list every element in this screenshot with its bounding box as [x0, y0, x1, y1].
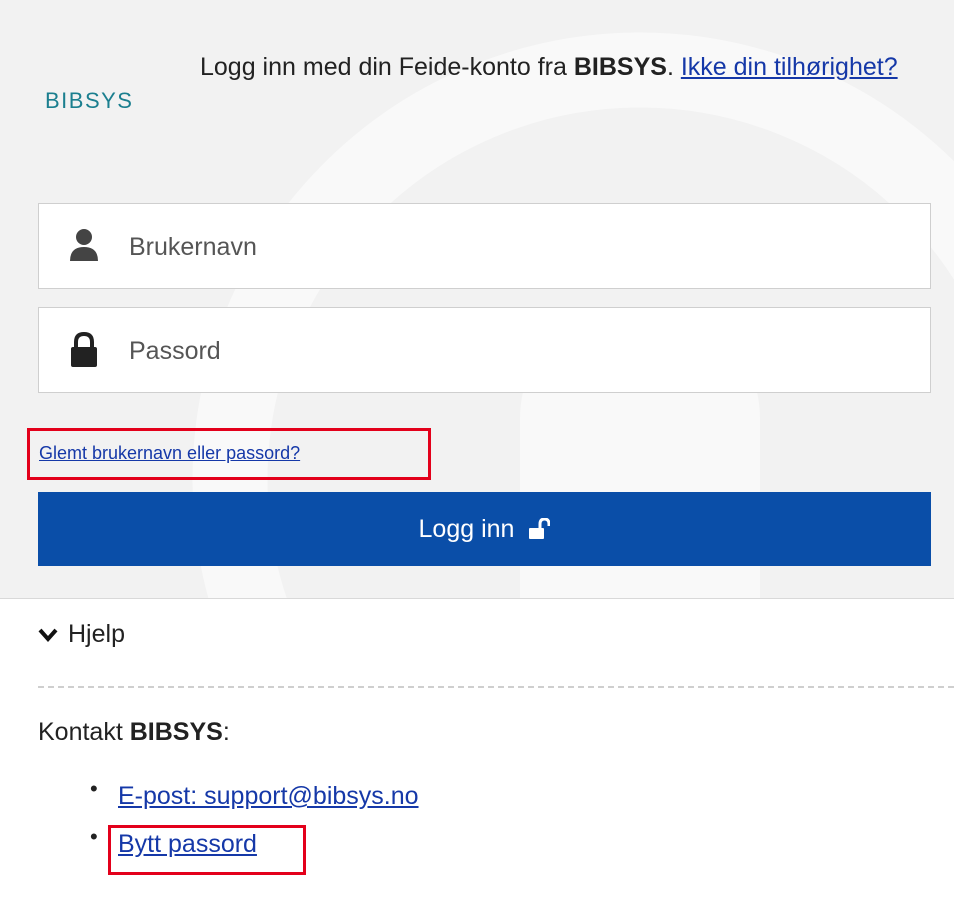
login-panel: BIBSYS Logg inn med din Feide-konto fra … [0, 0, 954, 598]
unlock-icon [529, 518, 551, 539]
intro-suffix: . [666, 53, 681, 81]
username-input[interactable] [127, 224, 911, 270]
contact-prefix: Kontakt [38, 718, 130, 746]
change-password-link[interactable]: Bytt passord [118, 830, 257, 859]
contact-org: BIBSYS [129, 718, 223, 746]
contact-heading: Kontakt BIBSYS: [38, 718, 230, 747]
help-toggle[interactable]: Hjelp [38, 620, 125, 649]
forgot-credentials-link[interactable]: Glemt brukernavn eller passord? [39, 443, 300, 464]
intro-org: BIBSYS [573, 53, 667, 81]
change-affiliation-link[interactable]: Ikke din tilhørighet? [681, 53, 898, 81]
email-support-link[interactable]: E-post: support@bibsys.no [118, 782, 419, 811]
password-input[interactable] [127, 328, 911, 374]
help-label: Hjelp [68, 620, 125, 648]
chevron-down-icon [38, 628, 58, 642]
forgot-credentials-highlight: Glemt brukernavn eller passord? [27, 428, 431, 480]
bibsys-logo: BIBSYS [45, 88, 134, 113]
user-icon [70, 229, 98, 261]
password-field[interactable] [38, 307, 931, 393]
login-intro: Logg inn med din Feide-konto fra BIBSYS.… [200, 48, 940, 86]
contact-suffix: : [222, 718, 230, 746]
bullet: • [90, 776, 98, 801]
dashed-divider [38, 686, 954, 688]
bullet: • [90, 824, 98, 849]
login-button-label: Logg inn [418, 514, 515, 543]
intro-text: Logg inn med din Feide-konto fra [200, 53, 574, 81]
login-button[interactable]: Logg inn [38, 492, 931, 566]
lock-icon [71, 332, 97, 367]
username-field[interactable] [38, 203, 931, 289]
panel-divider [0, 598, 954, 599]
